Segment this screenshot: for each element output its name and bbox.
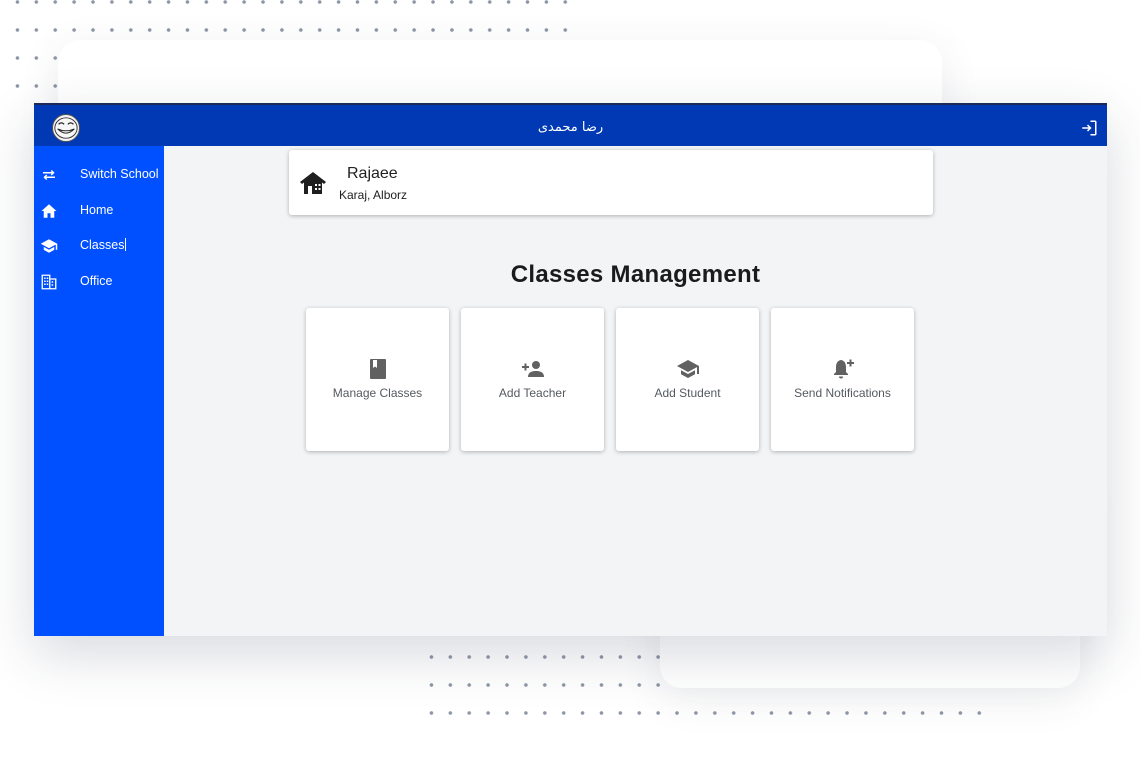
school-house-icon [300,172,326,194]
tile-label: Send Notifications [794,386,891,400]
school-name: Rajaee [347,165,398,182]
sidebar-item-label: Classes [80,238,127,252]
school-location: Karaj, Alborz [339,188,408,202]
graduation-cap-icon [676,360,699,378]
graduation-cap-icon [40,239,58,253]
add-teacher-button[interactable]: Add Teacher [461,308,604,451]
person-add-icon [521,361,544,377]
book-icon [369,359,386,379]
sidebar-item-office[interactable]: Office [34,267,164,295]
user-name: رضا محمدی [537,120,604,135]
sidebar-item-classes[interactable]: Classes [34,231,164,259]
add-student-button[interactable]: Add Student [616,308,759,451]
sidebar: Switch School Home Classes Office [34,146,164,636]
send-notifications-button[interactable]: Send Notifications [771,308,914,451]
sidebar-item-label: Switch School [80,167,159,181]
sidebar-item-home[interactable]: Home [34,196,164,224]
sidebar-item-label: Home [80,203,114,217]
tile-label: Manage Classes [332,386,423,400]
home-icon [41,204,57,218]
swap-arrows-icon [43,169,55,181]
bell-plus-icon [833,359,854,379]
page-title: Classes Management [510,261,761,288]
app-window: رضا محمدی Switch School Home Classes Off… [34,103,1107,636]
text-cursor [125,238,127,251]
logout-button[interactable] [1080,119,1098,137]
school-card[interactable]: Rajaee Karaj, Alborz [289,150,933,215]
tile-label: Add Student [654,386,721,400]
top-app-bar: رضا محمدی [34,103,1107,146]
sidebar-item-switch-school[interactable]: Switch School [34,160,164,188]
building-icon [41,274,57,290]
tile-label: Add Teacher [498,386,567,400]
main-content: Rajaee Karaj, Alborz Classes Management … [164,146,1107,636]
manage-classes-button[interactable]: Manage Classes [306,308,449,451]
logout-icon [1082,120,1097,136]
sidebar-item-label: Office [80,274,113,288]
